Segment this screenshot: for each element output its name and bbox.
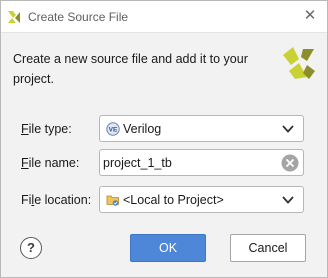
- file-type-value: Verilog: [123, 122, 162, 136]
- verilog-file-icon: VE: [106, 122, 120, 136]
- file-type-dropdown[interactable]: VE Verilog: [99, 115, 304, 142]
- close-icon[interactable]: ✕: [301, 7, 319, 25]
- chevron-down-icon[interactable]: [282, 195, 294, 205]
- file-name-field[interactable]: [99, 149, 304, 176]
- xilinx-logo-icon: [283, 47, 315, 79]
- create-source-file-dialog: Create Source File ✕ Create a new source…: [0, 0, 328, 278]
- help-button[interactable]: ?: [20, 237, 42, 259]
- file-location-label: File location:: [21, 193, 92, 207]
- clear-icon[interactable]: [281, 154, 299, 172]
- window-title: Create Source File: [28, 10, 129, 24]
- file-name-input[interactable]: [103, 153, 279, 173]
- file-location-dropdown[interactable]: <Local to Project>: [99, 186, 304, 213]
- dialog-description: Create a new source file and add it to y…: [13, 52, 248, 86]
- folder-icon: [106, 195, 119, 206]
- cancel-button[interactable]: Cancel: [230, 234, 306, 262]
- file-name-label: File name:: [21, 156, 80, 170]
- ok-button[interactable]: OK: [130, 234, 206, 262]
- svg-text:VE: VE: [109, 127, 118, 134]
- file-type-label: File type:: [21, 122, 72, 136]
- title-bar[interactable]: Create Source File ✕: [1, 1, 327, 33]
- file-location-value: <Local to Project>: [123, 193, 224, 207]
- xilinx-logo-icon: [8, 11, 20, 23]
- chevron-down-icon[interactable]: [282, 124, 294, 134]
